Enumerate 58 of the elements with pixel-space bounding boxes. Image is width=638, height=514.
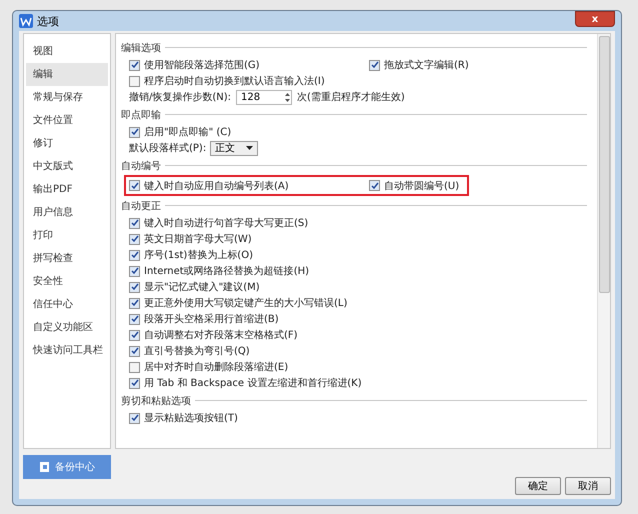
checkmark-icon — [130, 379, 138, 387]
checkbox-option[interactable]: Internet或网络路径替换为超链接(H) — [129, 264, 310, 278]
checkbox-option[interactable]: 直引号替换为弯引号(Q) — [129, 344, 250, 358]
dialog-button[interactable]: 取消 — [565, 477, 611, 495]
checkbox-option[interactable]: 程序启动时自动切换到默认语言输入法(I) — [129, 74, 325, 88]
checkbox-option[interactable]: 段落开头空格采用行首缩进(B) — [129, 312, 279, 326]
checkbox-option[interactable]: 自动调整右对齐段落末空格格式(F) — [129, 328, 298, 342]
sidebar-item[interactable]: 输出PDF — [26, 178, 108, 201]
section-heading: 自动编号 — [121, 160, 161, 172]
document-icon — [39, 461, 50, 473]
sidebar-item[interactable]: 拼写检查 — [26, 247, 108, 270]
sidebar-item[interactable]: 文件位置 — [26, 109, 108, 132]
checkbox-option[interactable]: 拖放式文字编辑(R) — [369, 58, 469, 72]
checkbox-option[interactable]: 使用智能段落选择范围(G) — [129, 58, 260, 72]
sidebar-item[interactable]: 自定义功能区 — [26, 316, 108, 339]
checkbox-option[interactable]: 自动带圆编号(U) — [369, 178, 460, 192]
checkbox-option[interactable]: 居中对齐时自动删除段落缩进(E) — [129, 360, 288, 374]
scrollbar[interactable] — [597, 34, 610, 448]
app-logo-icon — [19, 14, 33, 28]
checkmark-icon — [130, 128, 138, 136]
checkbox-option[interactable]: 用 Tab 和 Backspace 设置左缩进和首行缩进(K) — [129, 376, 362, 390]
checkmark-icon — [130, 61, 138, 69]
dropdown-arrow-icon — [246, 146, 254, 150]
checkbox-option[interactable]: 更正意外使用大写锁定键产生的大小写错误(L) — [129, 296, 348, 310]
sidebar-item[interactable]: 视图 — [26, 40, 108, 63]
option-label: 撤销/恢复操作步数(N): — [129, 90, 232, 104]
window-title: 选项 — [37, 14, 60, 28]
checkbox-option[interactable]: 序号(1st)替换为上标(O) — [129, 248, 253, 262]
checkbox-option[interactable]: 键入时自动进行句首字母大写更正(S) — [129, 216, 308, 230]
sidebar-item[interactable]: 打印 — [26, 224, 108, 247]
option-label: 默认段落样式(P): — [129, 142, 206, 155]
section-heading: 自动更正 — [121, 200, 161, 212]
sidebar-item[interactable]: 常规与保存 — [26, 86, 108, 109]
sidebar-item[interactable]: 用户信息 — [26, 201, 108, 224]
checkbox-option[interactable]: 显示粘贴选项按钮(T) — [129, 411, 238, 425]
option-note: 次(需重启程序才能生效) — [297, 90, 405, 104]
checkmark-icon — [370, 61, 378, 69]
section-heading: 剪切和粘贴选项 — [121, 394, 191, 408]
sidebar-item[interactable]: 快速访问工具栏 — [26, 339, 108, 362]
checkmark-icon — [370, 182, 378, 190]
sidebar-item[interactable]: 编辑 — [26, 63, 108, 86]
close-button[interactable]: x — [575, 11, 615, 27]
checkbox-option[interactable]: 显示"记忆式键入"建议(M) — [129, 280, 260, 294]
checkbox-option[interactable]: 启用"即点即输" (C) — [129, 125, 232, 139]
sidebar-item[interactable]: 修订 — [26, 132, 108, 155]
checkbox-option[interactable]: 键入时自动应用自动编号列表(A) — [129, 178, 289, 192]
number-field[interactable]: 128 — [236, 90, 292, 104]
sidebar-item[interactable]: 安全性 — [26, 270, 108, 293]
sidebar-item[interactable]: 中文版式 — [26, 155, 108, 178]
sidebar-item[interactable]: 信任中心 — [26, 293, 108, 316]
section-heading: 即点即输 — [121, 108, 161, 122]
checkmark-icon — [130, 182, 138, 190]
spinner-arrows-icon[interactable] — [284, 92, 292, 102]
checkmark-icon — [130, 414, 138, 422]
checkbox-option[interactable]: 英文日期首字母大写(W) — [129, 232, 252, 246]
style-dropdown[interactable]: 正文 — [210, 140, 258, 156]
section-heading: 编辑选项 — [121, 42, 161, 54]
dialog-button[interactable]: 确定 — [515, 477, 561, 495]
